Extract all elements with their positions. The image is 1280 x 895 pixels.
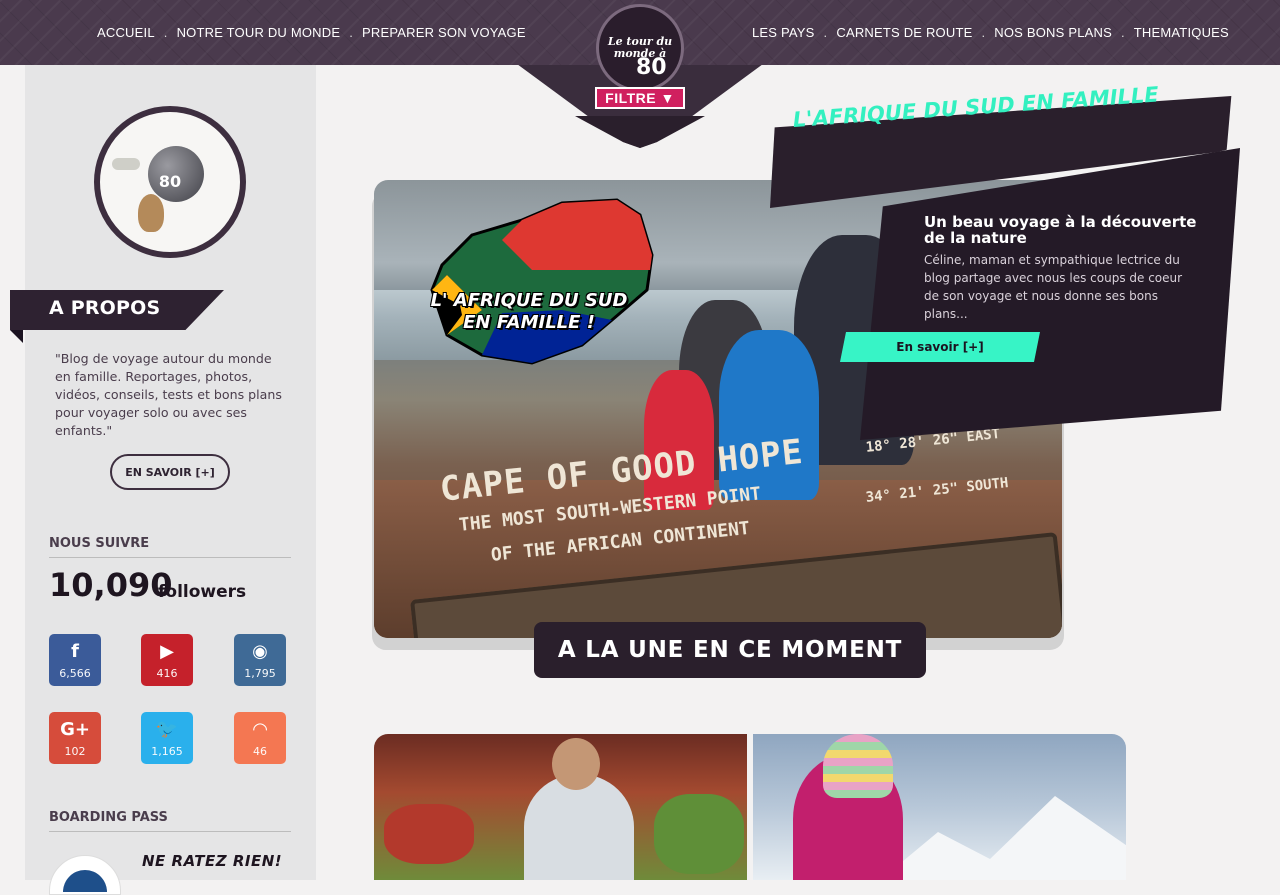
vegetables-illustration [384,804,474,864]
balloon-illustration [138,194,164,232]
rss-button[interactable]: ◠ 46 [234,712,286,764]
nav-separator: . [349,25,354,40]
greens-illustration [654,794,744,874]
vendor-head-illustration [552,738,600,790]
facebook-icon: f [71,640,79,662]
about-ribbon-fold [10,330,23,343]
nav-separator: . [163,25,168,40]
hero-info-body: Céline, maman et sympathique lectrice du… [924,253,1183,321]
boarding-pass-heading: BOARDING PASS [49,810,291,832]
google-plus-button[interactable]: G+ 102 [49,712,101,764]
about-title: A PROPOS [49,297,161,319]
logo-number: 80 [636,55,667,80]
hero-more-button[interactable]: En savoir [+] [840,332,1040,362]
twitter-button[interactable]: 🐦 1,165 [141,712,193,764]
nav-left-group: ACCUEIL . NOTRE TOUR DU MONDE . PREPARER… [97,0,526,65]
mountain-illustration [873,796,1126,880]
youtube-button[interactable]: ▶ 416 [141,634,193,686]
nav-preparer-son-voyage[interactable]: PREPARER SON VOYAGE [362,25,526,40]
rss-icon: ◠ [253,718,267,740]
nav-carnets-de-route[interactable]: CARNETS DE ROUTE [836,25,972,40]
article-thumbnail-glacier[interactable] [753,734,1126,880]
avatar-number: 80 [158,172,182,191]
rss-count: 46 [253,744,267,758]
featured-label: A LA UNE EN CE MOMENT [534,622,926,678]
cloud-illustration [112,158,140,170]
nav-nos-bons-plans[interactable]: NOS BONS PLANS [994,25,1112,40]
instagram-button[interactable]: ◉ 1,795 [234,634,286,686]
google-plus-icon: G+ [60,718,90,740]
hat-illustration [823,734,893,798]
youtube-count: 416 [156,666,178,680]
facebook-count: 6,566 [59,666,91,680]
follow-heading: NOUS SUIVRE [49,536,291,558]
south-africa-flag-map [430,198,654,365]
nav-thematiques[interactable]: THEMATIQUES [1134,25,1229,40]
article-thumbnail-market[interactable] [374,734,747,880]
filter-button[interactable]: FILTRE ▼ [595,87,685,109]
map-caption: L' AFRIQUE DU SUD EN FAMILLE ! [430,290,628,333]
twitter-count: 1,165 [151,744,183,758]
facebook-button[interactable]: f 6,566 [49,634,101,686]
youtube-icon: ▶ [160,640,174,662]
nav-accueil[interactable]: ACCUEIL [97,25,155,40]
google-plus-count: 102 [64,744,86,758]
nav-les-pays[interactable]: LES PAYS [752,25,815,40]
nav-separator: . [981,25,986,40]
twitter-icon: 🐦 [155,718,179,740]
followers-label: followers [158,582,247,602]
nav-separator: . [823,25,828,40]
hero-info-title: Un beau voyage à la découverte de la nat… [924,213,1197,247]
nav-separator: . [1120,25,1125,40]
vendor-illustration [524,774,634,880]
about-text: "Blog de voyage autour du monde en famil… [55,351,282,438]
nav-right-group: LES PAYS . CARNETS DE ROUTE . NOS BONS P… [752,0,1229,65]
newsletter-title: NE RATEZ RIEN! [142,852,283,870]
blog-avatar: 80 [94,106,246,258]
nav-notre-tour-du-monde[interactable]: NOTRE TOUR DU MONDE [177,25,341,40]
instagram-count: 1,795 [244,666,276,680]
instagram-icon: ◉ [252,640,268,662]
followers-count: 10,090 [49,566,173,604]
about-more-button[interactable]: EN SAVOIR [+] [110,454,230,490]
